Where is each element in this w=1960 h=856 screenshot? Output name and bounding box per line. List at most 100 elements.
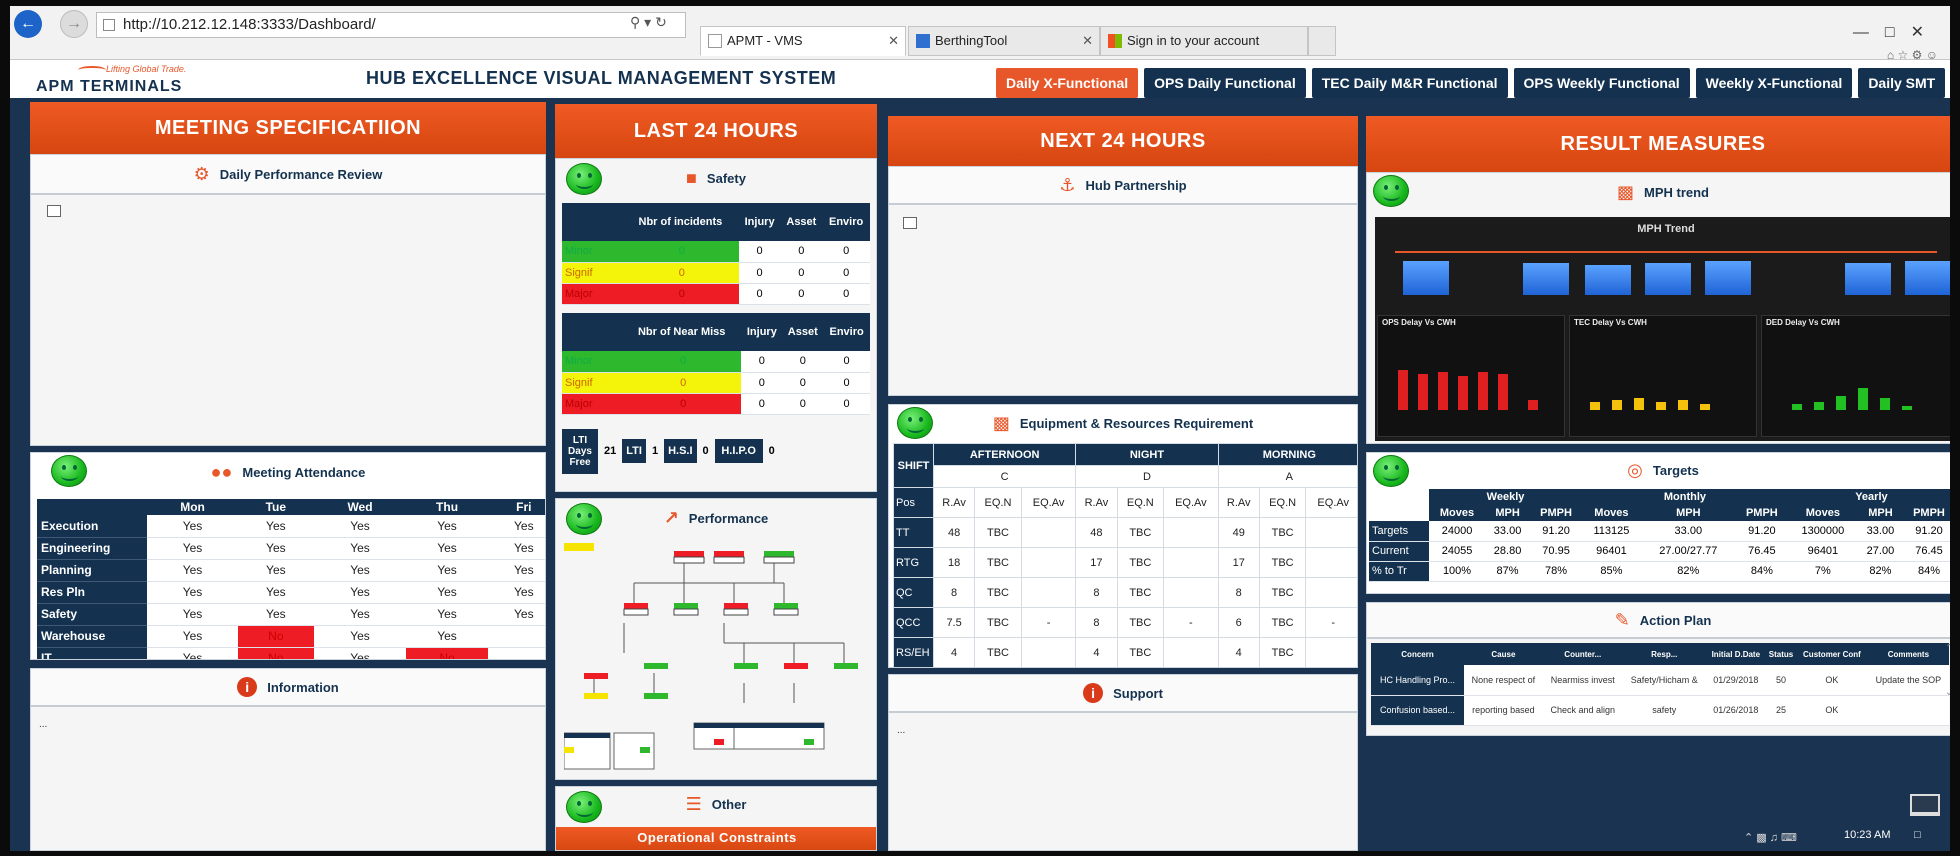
lti-label: LTI [622, 439, 646, 463]
equipment-label: QC [893, 577, 934, 608]
tray-icons[interactable]: ⌃ ▩ ♫ ⌨ [1744, 831, 1797, 844]
corner-cell [562, 313, 622, 351]
mph-bar [1845, 263, 1891, 295]
period-header: Weekly [1429, 489, 1583, 505]
equip-cell: 18 [932, 547, 976, 578]
delay-bar [1700, 404, 1710, 410]
notifications-icon[interactable]: □ [1914, 829, 1921, 841]
window-controls[interactable]: —□✕ [1853, 22, 1940, 42]
target-cell: 27.00/27.77 [1640, 541, 1736, 562]
new-tab-button[interactable] [1308, 26, 1336, 56]
ops-delay-chart: OPS Delay Vs CWH [1377, 315, 1565, 437]
dept-label: Engineering [37, 537, 147, 560]
broken-image-icon [47, 205, 61, 217]
browser-tab-berthing[interactable]: BerthingTool ✕ [908, 26, 1100, 56]
col-header: Injury [738, 203, 781, 241]
equip-cell: TBC [974, 577, 1022, 608]
page-icon [103, 19, 115, 31]
nav-daily-x-functional[interactable]: Daily X-Functional [996, 68, 1139, 98]
attendance-cell [487, 647, 545, 659]
browser-tab-signin[interactable]: Sign in to your account [1100, 26, 1308, 56]
count-cell: 0 [782, 393, 824, 415]
table-row: Major 0 0 0 0 [562, 393, 870, 415]
back-button[interactable]: ← [14, 10, 42, 38]
table-row[interactable]: HC Handling Pro... None respect of Nearm… [1371, 665, 1949, 696]
close-icon[interactable]: ✕ [888, 27, 899, 55]
metric-header: Moves [1787, 505, 1858, 521]
dept-label: Res Pln [37, 581, 147, 604]
refresh-icon[interactable]: ↻ [655, 14, 667, 30]
nav-tec-daily-mr-functional[interactable]: TEC Daily M&R Functional [1311, 68, 1508, 98]
daily-review-panel: ⚙ Daily Performance Review [30, 154, 546, 446]
count-cell: 0 [822, 283, 870, 305]
severity-label: Major [562, 283, 622, 305]
shift-code: D [1075, 465, 1219, 488]
count-cell: 0 [782, 372, 824, 394]
attendance-cell: Yes [238, 603, 314, 626]
mph-dashboard-image: MPH Trend OPS Delay Vs CWH TEC Delay Vs … [1375, 217, 1950, 441]
metric-header: MPH [1857, 505, 1903, 521]
mph-bar [1905, 261, 1950, 295]
equipment-label: RS/EH [893, 637, 934, 667]
attendance-cell [487, 625, 545, 648]
metric-header: MPH [1640, 505, 1736, 521]
hub-partnership-panel: ⚓ Hub Partnership [888, 166, 1358, 396]
search-icon[interactable]: ⚲ [630, 14, 640, 30]
address-bar[interactable]: http://10.212.12.148:3333/Dashboard/ [96, 12, 686, 38]
col-header: Concern [1371, 643, 1465, 665]
attendance-cell: Yes [147, 559, 239, 582]
attendance-header: ●● Meeting Attendance [31, 453, 545, 491]
mph-title: MPH trend [1644, 184, 1709, 200]
laptop-icon[interactable] [1910, 794, 1940, 816]
lti-days-value: 21 [604, 445, 617, 457]
action-cell: safety [1622, 695, 1706, 726]
equipment-label: RTG [893, 547, 934, 578]
attendance-cell: Yes [406, 537, 488, 560]
equip-cell [1305, 547, 1357, 578]
equip-cell: 48 [932, 517, 976, 548]
safety-header: ■ Safety [556, 159, 876, 197]
nav-weekly-x-functional[interactable]: Weekly X-Functional [1695, 68, 1853, 98]
equip-cell [1163, 577, 1219, 608]
target-cell: 84% [1902, 561, 1950, 582]
day-header: Mon [147, 499, 239, 515]
period-header: Yearly [1787, 489, 1950, 505]
target-cell: 7% [1787, 561, 1858, 582]
target-row-label: % to Tr [1369, 561, 1429, 582]
equip-cell [1020, 577, 1077, 608]
table-row: Minor 0 0 0 0 [562, 241, 870, 263]
delay-bar [1458, 376, 1468, 410]
close-icon[interactable]: ✕ [1082, 27, 1093, 55]
mph-bar [1523, 263, 1569, 295]
shift-name: AFTERNOON [932, 443, 1077, 466]
scrollbar[interactable]: ⌃⌄ [1945, 643, 1950, 733]
delay-bar [1792, 404, 1802, 410]
forward-button[interactable]: → [60, 10, 88, 38]
incidents-table: Nbr of incidents Injury Asset Enviro Min… [562, 203, 870, 305]
nav-daily-smt[interactable]: Daily SMT [1858, 68, 1946, 98]
count-cell: 0 [823, 393, 870, 415]
constraints-title: Operational Constraints [637, 830, 797, 845]
equip-cell: 8 [1075, 577, 1118, 608]
action-cell: Confusion based... [1371, 695, 1465, 726]
action-plan-header: ✎ Action Plan [1367, 603, 1950, 639]
equip-cell: 4 [932, 637, 976, 667]
count-cell: 0 [780, 283, 823, 305]
col-header: Customer Conf [1796, 643, 1868, 665]
col-header: Initial D.Date [1705, 643, 1766, 665]
nav-ops-daily-functional[interactable]: OPS Daily Functional [1144, 68, 1306, 98]
browser-tab-vms[interactable]: APMT - VMS ✕ [700, 26, 906, 56]
address-actions[interactable]: ⚲ ▾ ↻ [630, 14, 667, 31]
nav-ops-weekly-functional[interactable]: OPS Weekly Functional [1513, 68, 1690, 98]
table-row[interactable]: Confusion based... reporting based Check… [1371, 695, 1949, 726]
target-cell: 27.00 [1857, 541, 1903, 562]
lti-strip: LTI Days Free 21 LTI 1 H.S.I 0 H.I.P.O 0 [562, 428, 870, 474]
count-cell: 0 [738, 241, 781, 263]
equip-cell: 8 [1075, 607, 1118, 638]
col-header: Asset [782, 313, 824, 351]
information-text: ... [39, 719, 48, 730]
metric-header: MPH [1485, 505, 1531, 521]
clock-time[interactable]: 10:23 AM [1844, 829, 1890, 841]
shift-name: MORNING [1217, 443, 1357, 466]
equip-cell: TBC [1116, 547, 1165, 578]
